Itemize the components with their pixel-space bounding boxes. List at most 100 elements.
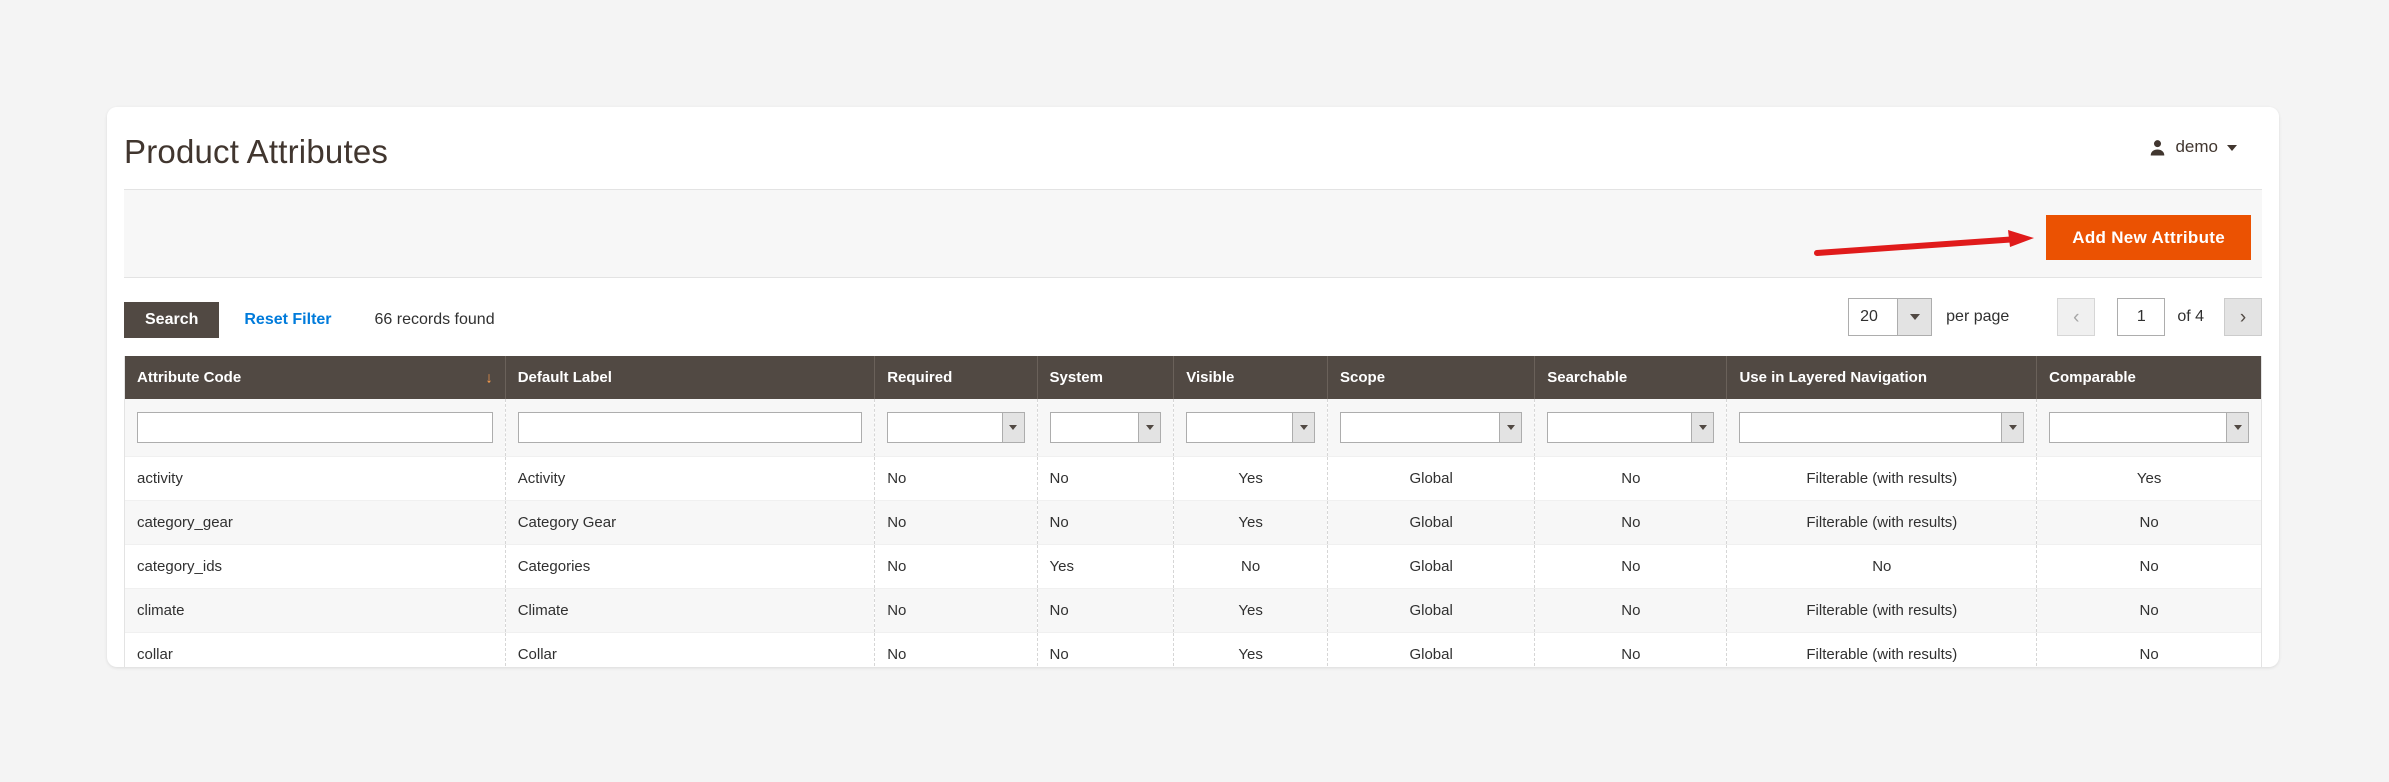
- table-row[interactable]: category_ids Categories No Yes No Global…: [125, 544, 2261, 589]
- filter-searchable-select[interactable]: [1547, 412, 1715, 443]
- search-button[interactable]: Search: [124, 302, 220, 338]
- filter-system-select[interactable]: [1049, 412, 1162, 443]
- cell-layered-navigation: Filterable (with results): [1726, 588, 2038, 633]
- records-found-count: 66 records found: [374, 311, 495, 328]
- grid-toolbar-left: Search Reset Filter 66 records found: [124, 302, 495, 338]
- chevron-down-icon: [1499, 413, 1522, 442]
- filter-cell-comparable: [2036, 399, 2261, 457]
- grid-pagination: 20 per page ‹ of 4 ›: [1848, 298, 2262, 336]
- cell-layered-navigation: Filterable (with results): [1726, 632, 2038, 667]
- filter-cell-system: [1037, 399, 1175, 457]
- current-page-input[interactable]: [2117, 298, 2166, 336]
- column-header-searchable[interactable]: Searchable: [1534, 356, 1728, 399]
- cell-required: No: [874, 456, 1038, 501]
- cell-system: No: [1037, 632, 1175, 667]
- table-row[interactable]: category_gear Category Gear No No Yes Gl…: [125, 500, 2261, 545]
- cell-visible: Yes: [1173, 588, 1329, 633]
- cell-searchable: No: [1534, 588, 1728, 633]
- cell-searchable: No: [1534, 456, 1728, 501]
- table-row[interactable]: collar Collar No No Yes Global No Filter…: [125, 632, 2261, 667]
- per-page-value: 20: [1860, 308, 1878, 325]
- next-page-button[interactable]: ›: [2224, 298, 2262, 336]
- cell-comparable: No: [2036, 544, 2261, 589]
- filter-visible-select[interactable]: [1186, 412, 1316, 443]
- per-page-dropdown-button[interactable]: [1897, 299, 1932, 335]
- cell-required: No: [874, 588, 1038, 633]
- filter-comparable-select[interactable]: [2049, 412, 2249, 443]
- chevron-down-icon[interactable]: [2227, 145, 2237, 151]
- column-header-visible[interactable]: Visible: [1173, 356, 1329, 399]
- chevron-down-icon: [1691, 413, 1714, 442]
- previous-page-button[interactable]: ‹: [2057, 298, 2096, 336]
- column-header-layered-navigation[interactable]: Use in Layered Navigation: [1726, 356, 2038, 399]
- filter-cell-required: [874, 399, 1038, 457]
- cell-default-label: Categories: [505, 544, 876, 589]
- column-header-attribute-code[interactable]: Attribute Code ↓: [125, 356, 506, 399]
- cell-comparable: No: [2036, 500, 2261, 545]
- cell-scope: Global: [1327, 632, 1536, 667]
- filter-layered-navigation-select[interactable]: [1739, 412, 2025, 443]
- user-menu[interactable]: demo: [2149, 137, 2237, 157]
- cell-required: No: [874, 632, 1038, 667]
- cell-default-label: Category Gear: [505, 500, 876, 545]
- table-row[interactable]: activity Activity No No Yes Global No Fi…: [125, 456, 2261, 501]
- grid-filter-row: [125, 399, 2261, 457]
- attributes-grid: Attribute Code ↓ Default Label Required …: [124, 356, 2262, 667]
- column-label: Use in Layered Navigation: [1739, 369, 1928, 386]
- column-header-required[interactable]: Required: [874, 356, 1038, 399]
- cell-comparable: Yes: [2036, 456, 2261, 501]
- column-label: Required: [887, 369, 953, 386]
- cell-system: No: [1037, 588, 1175, 633]
- cell-default-label: Collar: [505, 632, 876, 667]
- chevron-down-icon: [1138, 413, 1161, 442]
- filter-cell-layered-navigation: [1726, 399, 2038, 457]
- column-label: Visible: [1186, 369, 1235, 386]
- cell-visible: Yes: [1173, 456, 1329, 501]
- cell-required: No: [874, 500, 1038, 545]
- column-header-comparable[interactable]: Comparable: [2036, 356, 2261, 399]
- chevron-down-icon: [2001, 413, 2024, 442]
- filter-cell-attribute-code: [125, 399, 506, 457]
- page-root: Product Attributes demo Add New Attribut…: [0, 0, 2389, 782]
- column-header-system[interactable]: System: [1037, 356, 1175, 399]
- user-icon: [2151, 139, 2165, 155]
- cell-attribute-code: category_ids: [125, 544, 506, 589]
- sort-descending-icon: ↓: [485, 369, 493, 386]
- filter-cell-visible: [1173, 399, 1329, 457]
- table-row[interactable]: climate Climate No No Yes Global No Filt…: [125, 588, 2261, 633]
- cell-system: No: [1037, 500, 1175, 545]
- filter-scope-select[interactable]: [1340, 412, 1523, 443]
- cell-system: Yes: [1037, 544, 1175, 589]
- column-label: Default Label: [517, 369, 612, 386]
- cell-visible: Yes: [1173, 500, 1329, 545]
- cell-visible: Yes: [1173, 632, 1329, 667]
- cell-searchable: No: [1534, 632, 1728, 667]
- filter-required-select[interactable]: [887, 412, 1025, 443]
- column-label: Attribute Code: [137, 369, 242, 386]
- add-new-attribute-button[interactable]: Add New Attribute: [2046, 215, 2251, 260]
- cell-layered-navigation: Filterable (with results): [1726, 500, 2038, 545]
- column-header-scope[interactable]: Scope: [1327, 356, 1536, 399]
- cell-scope: Global: [1327, 588, 1536, 633]
- column-label: Searchable: [1547, 369, 1628, 386]
- reset-filter-link[interactable]: Reset Filter: [238, 311, 337, 329]
- total-pages-label: of 4: [2177, 308, 2204, 325]
- filter-attribute-code-input[interactable]: [137, 412, 493, 443]
- cell-searchable: No: [1534, 500, 1728, 545]
- column-label: Scope: [1340, 369, 1386, 386]
- cell-comparable: No: [2036, 588, 2261, 633]
- cell-attribute-code: activity: [125, 456, 506, 501]
- filter-cell-default-label: [505, 399, 876, 457]
- page-actions-bar: Add New Attribute: [124, 189, 2262, 278]
- cell-comparable: No: [2036, 632, 2261, 667]
- column-header-default-label[interactable]: Default Label: [505, 356, 876, 399]
- chevron-down-icon: [1292, 413, 1315, 442]
- cell-searchable: No: [1534, 544, 1728, 589]
- filter-default-label-input[interactable]: [517, 412, 863, 443]
- cell-visible: No: [1173, 544, 1329, 589]
- page-title: Product Attributes: [124, 133, 389, 170]
- per-page-select[interactable]: 20: [1848, 298, 1933, 336]
- filter-cell-scope: [1327, 399, 1536, 457]
- cell-attribute-code: climate: [125, 588, 506, 633]
- chevron-left-icon: ‹: [2073, 306, 2080, 328]
